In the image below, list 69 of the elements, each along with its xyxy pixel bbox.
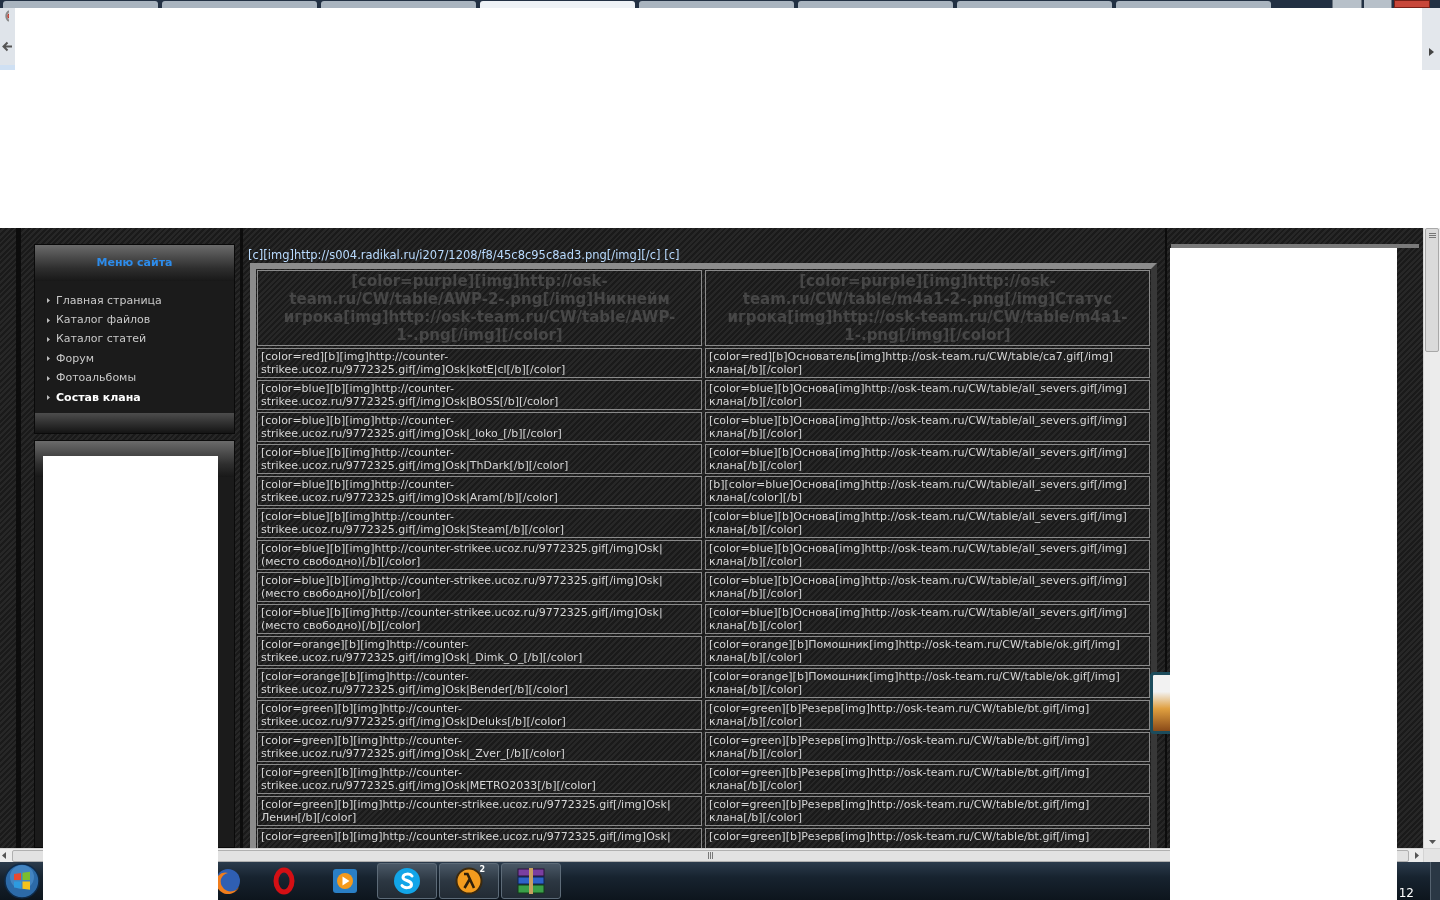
swirl-logo-icon (393, 867, 421, 895)
taskbar-button[interactable] (501, 863, 561, 899)
table-cell: [color=green][b]Резерв[img]http://osk-team.ru/CW/table/bt.gif[/img] клана[/b][/color] (705, 732, 1150, 762)
table-cell: [color=green][b][img]http://counter-strikee.ucoz.ru/9772325.gif[/img]Osk|METRO2033[/b][/color] (257, 764, 702, 794)
bullet-icon (47, 356, 50, 362)
table-cell: [color=green][b][img]http://counter-strikee.ucoz.ru/9772325.gif[/img]Osk|_Zver_[/b][/color] (257, 732, 702, 762)
table-cell: [color=red][b]Основатель[img]http://osk-team.ru/CW/table/ca7.gif[/img] клана[/b][/color] (705, 348, 1150, 378)
maximize-button[interactable] (1364, 0, 1392, 8)
table-cell: [color=orange][b]Помошник[img]http://osk-team.ru/CW/table/ok.gif[/img] клана[/b][/color] (705, 636, 1150, 666)
taskbar-button[interactable]: 2 (439, 863, 499, 899)
menu-link[interactable]: Каталог файлов (56, 313, 151, 328)
table-cell: [color=blue][b]Основа[img]http://osk-team.ru/CW/table/all_severs.gif[/img] клана[/b][/color] (705, 412, 1150, 442)
taskbar-button[interactable] (377, 863, 437, 899)
books-icon (516, 868, 546, 894)
table-cell: [color=blue][b]Основа[img]http://osk-team.ru/CW/table/all_severs.gif[/img] клана[/b][/color] (705, 540, 1150, 570)
menu-link[interactable]: Главная страница (56, 293, 162, 308)
table-cell: [color=blue][b][img]http://counter-strikee.ucoz.ru/9772325.gif[/img]Osk|(место свободно)[/b][/color] (257, 540, 702, 570)
table-cell: [color=orange][b][img]http://counter-strikee.ucoz.ru/9772325.gif[/img]Osk|_Dimk_O_[/b][/color] (257, 636, 702, 666)
down-arrow-icon[interactable] (1428, 840, 1436, 844)
menu-link[interactable]: Каталог статей (56, 332, 147, 347)
table-cell: [color=blue][b][img]http://counter-strikee.ucoz.ru/9772325.gif[/img]Osk|(место свободно)[/b][/color] (257, 604, 702, 634)
right-arrow-icon[interactable] (1415, 852, 1419, 859)
table-cell: [color=blue][b]Основа[img]http://osk-team.ru/CW/table/all_severs.gif[/img] клана[/b][/color] (705, 572, 1150, 602)
clock-text: 12 (1398, 886, 1414, 900)
bullet-icon (47, 336, 50, 342)
table-cell: [color=blue][b][img]http://counter-strikee.ucoz.ru/9772325.gif[/img]Osk|(место свободно)[/b][/color] (257, 572, 702, 602)
table-cell: [color=blue][b][img]http://counter-strikee.ucoz.ru/9772325.gif[/img]Osk|Steam[/b][/color] (257, 508, 702, 538)
table-cell: [color=blue][b][img]http://counter-strikee.ucoz.ru/9772325.gif[/img]Osk|Aram[/b][/color] (257, 476, 702, 506)
panel-title: Меню сайта (96, 254, 173, 271)
lambda-icon (455, 867, 483, 895)
photo-placeholder (1150, 672, 1170, 734)
table-cell: [color=blue][b]Основа[img]http://osk-team.ru/CW/table/all_severs.gif[/img] клана[/b][/color] (705, 380, 1150, 410)
table-cell: [color=blue][b][img]http://counter-strikee.ucoz.ru/9772325.gif[/img]Osk|BOSS[/b][/color] (257, 380, 702, 410)
table-cell: [color=green][b][img]http://counter-strikee.ucoz.ru/9772325.gif[/img]Osk|Deluks[/b][/color] (257, 700, 702, 730)
minimize-button[interactable] (1332, 0, 1362, 8)
table-cell: [color=green][b][img]http://counter-strikee.ucoz.ru/9772325.gif[/img]Osk|Ленин[/b][/color] (257, 796, 702, 826)
menu-link[interactable]: Состав клана (56, 390, 141, 405)
bbcode-line: [c][img]http://s004.radikal.ru/i207/1208/f8/45c8c95c8ad3.png[/img][/c] [c] (247, 248, 681, 262)
close-button[interactable] (1394, 0, 1430, 8)
table-cell: [color=green][b]Резерв[img]http://osk-team.ru/CW/table/bt.gif[/img] клана[/b][/color] (705, 796, 1150, 826)
menu-link[interactable]: Фотоальбомы (56, 371, 137, 386)
bullet-icon (47, 395, 50, 401)
grip-icon (1428, 233, 1436, 238)
scrollbar-thumb[interactable] (1425, 228, 1439, 352)
table-cell: [color=blue][b][img]http://counter-strikee.ucoz.ru/9772325.gif[/img]Osk|ThDark[/b][/color] (257, 444, 702, 474)
ring-icon (273, 867, 295, 895)
table-cell: [color=blue][b]Основа[img]http://osk-team.ru/CW/table/all_severs.gif[/img] клана[/b][/color] (705, 444, 1150, 474)
table-cell: [color=blue][b][img]http://counter-strikee.ucoz.ru/9772325.gif[/img]Osk|_loko_[/b][/color] (257, 412, 702, 442)
table-cell: [color=orange][b]Помошник[img]http://osk-team.ru/CW/table/ok.gif[/img] клана[/b][/color] (705, 668, 1150, 698)
grip-icon (707, 852, 714, 859)
table-cell: [color=orange][b][img]http://counter-strikee.ucoz.ru/9772325.gif[/img]Osk|Bender[/b][/color] (257, 668, 702, 698)
table-cell: [color=red][b][img]http://counter-strikee.ucoz.ru/9772325.gif[/img]Osk|kotE|cl[/b][/color] (257, 348, 702, 378)
show-desktop-button[interactable] (1430, 862, 1440, 900)
back-arrow-icon[interactable] (2, 41, 13, 52)
bullet-icon (47, 298, 50, 304)
bullet-icon (47, 375, 50, 381)
play-icon (332, 868, 358, 894)
table-cell: [color=green][b]Резерв[img]http://osk-team.ru/CW/table/bt.gif[/img] клана[/b][/color] (705, 764, 1150, 794)
version-label: 2 (479, 865, 485, 874)
caret-icon[interactable] (1428, 48, 1434, 56)
table-cell: [color=green][b]Резерв[img]http://osk-team.ru/CW/table/bt.gif[/img] клана[/b][/color] (705, 700, 1150, 730)
bullet-icon (47, 317, 50, 323)
menu-link[interactable]: Форум (56, 351, 94, 366)
table-cell: [color=blue][b]Основа[img]http://osk-team.ru/CW/table/all_severs.gif[/img] клана[/b][/color] (705, 508, 1150, 538)
start-orb-icon (4, 863, 40, 899)
table-cell: [b][color=blue]Основа[img]http://osk-team.ru/CW/table/all_severs.gif[/img] клана[/color][/b] (705, 476, 1150, 506)
table-cell: [color=blue][b]Основа[img]http://osk-team.ru/CW/table/all_severs.gif[/img] клана[/b][/color] (705, 604, 1150, 634)
left-arrow-icon[interactable] (2, 852, 6, 859)
start-button[interactable] (2, 862, 42, 900)
